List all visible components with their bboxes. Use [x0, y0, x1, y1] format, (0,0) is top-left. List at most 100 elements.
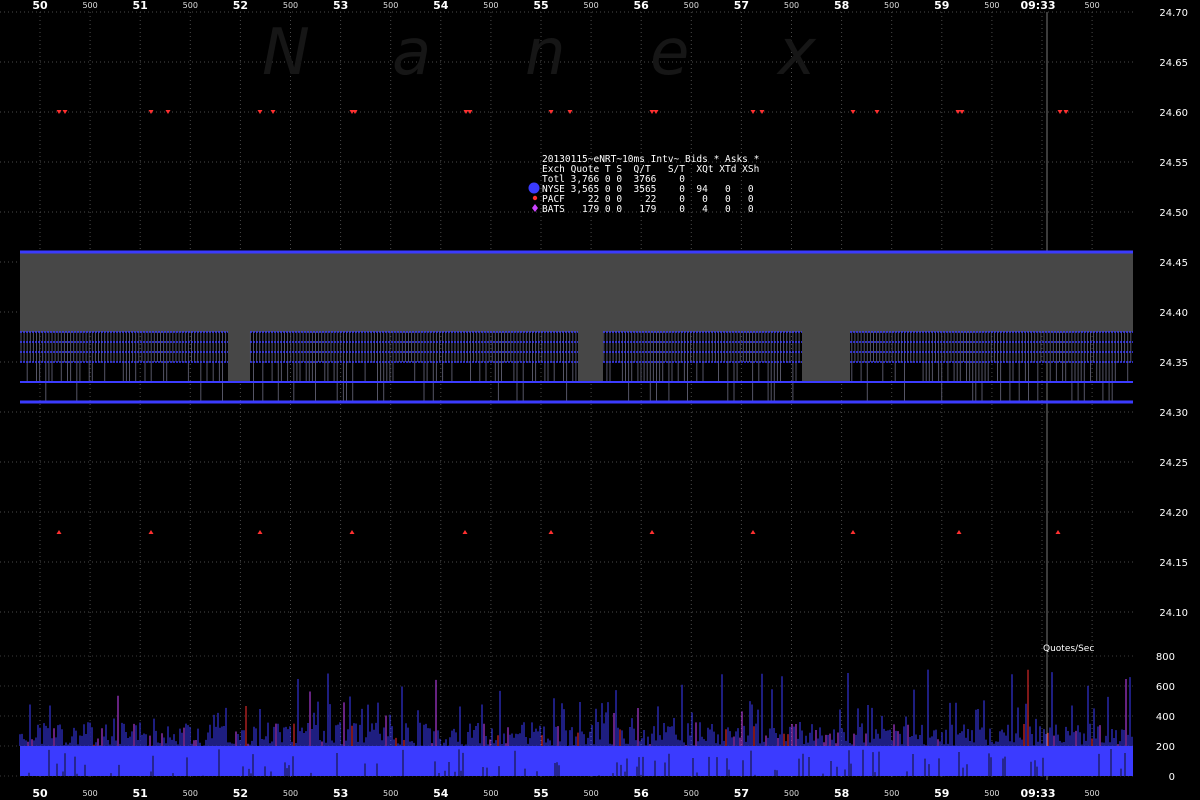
grid-lines: [0, 11, 1135, 780]
x-minor-tick-label: 500: [183, 1, 198, 10]
x-major-tick-label: 56: [634, 0, 650, 12]
pacf-ask-mark: [874, 110, 880, 114]
x-minor-tick-label: 500: [583, 789, 598, 798]
nyse-legend-icon: [528, 182, 540, 194]
x-major-tick-label: 56: [634, 787, 650, 800]
x-major-tick-label: 09:33: [1020, 0, 1055, 12]
x-major-tick-label: 58: [834, 787, 849, 800]
quote-rate-tick-label: 200: [1156, 742, 1175, 753]
x-major-tick-label: 52: [233, 0, 248, 12]
x-major-tick-label: 50: [32, 787, 48, 800]
time-axis: 50 500 50 500 51 500 51 500 52 500 52 500 53 500 53 500…: [32, 0, 1099, 800]
price-tick-label: 24.60: [1159, 108, 1188, 119]
pacf-bid-mark: [850, 530, 856, 534]
price-tick-label: 24.35: [1159, 358, 1188, 369]
x-minor-tick-label: 500: [984, 1, 999, 10]
x-major-tick-label: 57: [734, 0, 749, 12]
price-tick-label: 24.10: [1159, 608, 1188, 619]
watermark-letter: a: [392, 16, 431, 90]
x-minor-tick-label: 500: [984, 789, 999, 798]
x-minor-tick-label: 500: [884, 1, 899, 10]
price-tick-label: 24.30: [1159, 408, 1188, 419]
nanex-watermark: Na n e x: [262, 16, 817, 90]
pacf-bid-mark: [56, 530, 62, 534]
x-minor-tick-label: 500: [1084, 789, 1099, 798]
x-major-tick-label: 51: [133, 787, 148, 800]
x-minor-tick-label: 500: [684, 1, 699, 10]
pacf-bid-mark: [750, 530, 756, 534]
quote-rate-axis-title: Quotes/Sec: [1043, 644, 1094, 654]
x-major-tick-label: 51: [133, 0, 148, 12]
pacf-ask-mark: [62, 110, 68, 114]
x-major-tick-label: 09:33: [1020, 787, 1055, 800]
x-major-tick-label: 55: [533, 0, 548, 12]
pacf-bid-mark: [649, 530, 655, 534]
price-tick-label: 24.15: [1159, 558, 1188, 569]
x-minor-tick-label: 500: [1084, 1, 1099, 10]
x-minor-tick-label: 500: [383, 1, 398, 10]
quote-rate-tick-label: 400: [1156, 712, 1175, 723]
x-major-tick-label: 57: [734, 787, 749, 800]
pacf-bid-mark: [349, 530, 355, 534]
x-major-tick-label: 54: [433, 0, 449, 12]
pacf-ask-mark: [649, 110, 655, 114]
price-tick-label: 24.40: [1159, 308, 1188, 319]
legend-table: 20130115~eNRT~10ms Intv~ Bids * Asks * E…: [528, 154, 759, 215]
x-minor-tick-label: 500: [784, 1, 799, 10]
price-axis: 24.70 24.65 24.60 24.55 24.50 24.45 24.40 24.35…: [1159, 8, 1188, 619]
pacf-bid-mark: [956, 530, 962, 534]
x-major-tick-label: 50: [32, 0, 48, 12]
x-major-tick-label: 53: [333, 787, 348, 800]
pacf-bid-mark: [1055, 530, 1061, 534]
price-tick-label: 24.55: [1159, 158, 1188, 169]
x-minor-tick-label: 500: [82, 1, 97, 10]
spread-gap-fill: [802, 332, 850, 382]
x-minor-tick-label: 500: [383, 789, 398, 798]
pacf-bid-mark: [257, 530, 263, 534]
spread-area: [20, 250, 1133, 404]
price-tick-label: 24.70: [1159, 8, 1188, 19]
watermark-letter: n: [525, 16, 566, 90]
bats-legend-icon: [532, 204, 538, 212]
legend-row-bats: BATS 179 0 0 179 0 4 0 0: [542, 204, 754, 215]
price-tick-label: 24.20: [1159, 508, 1188, 519]
x-minor-tick-label: 500: [583, 1, 598, 10]
pacf-ask-mark: [1057, 110, 1063, 114]
pacf-bid-mark: [462, 530, 468, 534]
quote-rate-tick-label: 600: [1156, 682, 1175, 693]
watermark-letter: x: [776, 16, 817, 90]
pacf-ask-mark: [270, 110, 276, 114]
x-major-tick-label: 55: [533, 787, 548, 800]
pacf-ask-mark: [165, 110, 171, 114]
price-tick-label: 24.65: [1159, 58, 1188, 69]
quote-rate-tick-label: 800: [1156, 652, 1175, 663]
x-minor-tick-label: 500: [283, 789, 298, 798]
pacf-bid-mark: [148, 530, 154, 534]
pacf-ask-mark: [257, 110, 263, 114]
x-major-tick-label: 59: [934, 0, 949, 12]
x-major-tick-label: 58: [834, 0, 849, 12]
x-major-tick-label: 53: [333, 0, 348, 12]
watermark-letter: N: [262, 16, 310, 90]
price-tick-label: 24.50: [1159, 208, 1188, 219]
pacf-ask-mark: [750, 110, 756, 114]
pacf-ask-mark: [850, 110, 856, 114]
pacf-bid-mark: [548, 530, 554, 534]
x-minor-tick-label: 500: [784, 789, 799, 798]
x-minor-tick-label: 500: [483, 1, 498, 10]
price-tick-label: 24.45: [1159, 258, 1188, 269]
pacf-ask-mark: [653, 110, 659, 114]
price-tick-label: 24.25: [1159, 458, 1188, 469]
watermark-letter: e: [650, 16, 689, 90]
x-minor-tick-label: 500: [483, 789, 498, 798]
x-minor-tick-label: 500: [283, 1, 298, 10]
x-major-tick-label: 54: [433, 787, 449, 800]
x-minor-tick-label: 500: [684, 789, 699, 798]
x-minor-tick-label: 500: [884, 789, 899, 798]
price-quote-chart: Nanex 50 50050 50051 50051 50052 50052 50053 50…: [0, 0, 1188, 800]
spread-gap-fill: [578, 332, 603, 382]
x-major-tick-label: 59: [934, 787, 949, 800]
x-minor-tick-label: 500: [82, 789, 97, 798]
quote-rate-tick-label: 0: [1169, 772, 1175, 783]
x-minor-tick-label: 500: [183, 789, 198, 798]
